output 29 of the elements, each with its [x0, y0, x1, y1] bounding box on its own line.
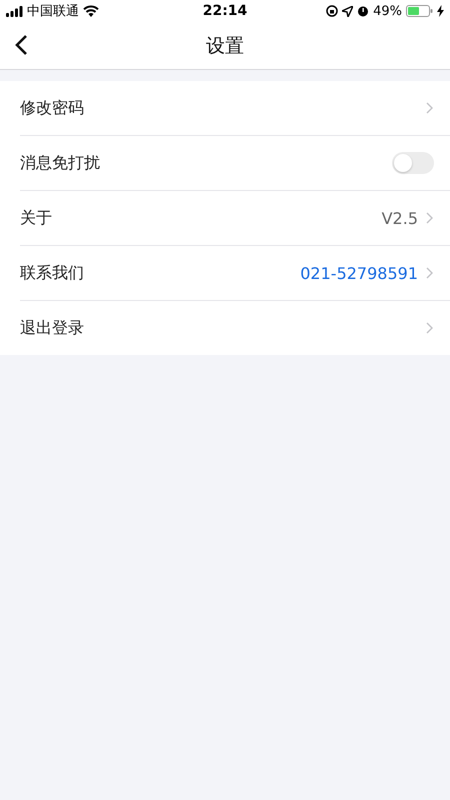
settings-row[interactable]: 消息免打扰: [20, 136, 450, 191]
version-value: V2.5: [382, 208, 418, 228]
row-label: 修改密码: [20, 98, 85, 118]
signal-icon: [6, 6, 23, 16]
back-icon: [14, 34, 28, 56]
battery-percent: 49%: [373, 4, 402, 18]
settings-row[interactable]: 退出登录: [20, 301, 450, 355]
row-label: 联系我们: [20, 262, 85, 284]
location-icon: [342, 6, 354, 16]
row-label: 关于: [20, 208, 53, 228]
wifi-icon: [83, 5, 99, 17]
alarm-icon: [357, 5, 370, 17]
row-label: 消息免打扰: [20, 152, 101, 174]
battery-icon: [406, 5, 434, 17]
chevron-icon: [426, 267, 433, 279]
row-label: 退出登录: [20, 318, 85, 338]
chevron-icon: [426, 212, 433, 224]
toggle-switch[interactable]: [392, 152, 434, 174]
phone-number: 021-52798591: [300, 264, 418, 282]
settings-row[interactable]: 联系我们 021-52798591: [20, 246, 450, 301]
status-time: 22:14: [202, 3, 248, 19]
carrier-name: 中国联通: [27, 3, 79, 20]
chevron-icon: [426, 102, 433, 114]
charging-icon: [437, 5, 444, 17]
settings-row[interactable]: 关于 V2.5: [20, 191, 450, 246]
settings-row[interactable]: 修改密码: [20, 81, 450, 136]
rotation-lock-icon: [326, 5, 338, 17]
page-title: 设置: [206, 34, 244, 58]
chevron-icon: [426, 322, 433, 334]
